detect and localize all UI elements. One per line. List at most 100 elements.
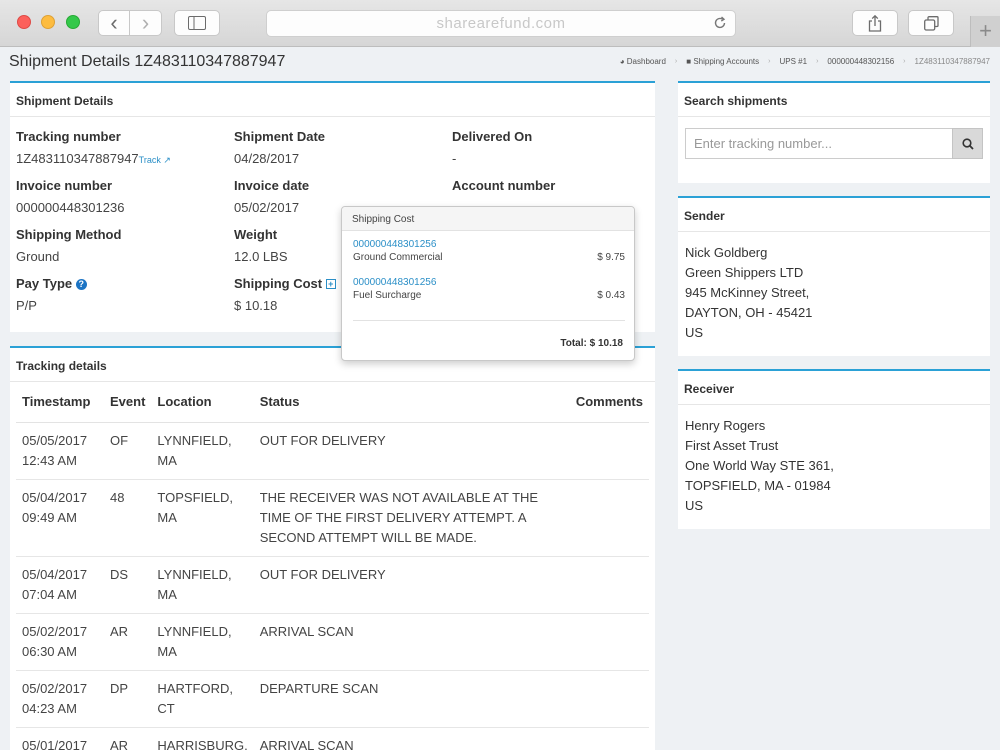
receiver-panel: Receiver Henry Rogers First Asset Trust … <box>678 369 990 529</box>
column-header-comments[interactable]: Comments <box>559 382 649 423</box>
column-header-location[interactable]: Location <box>151 382 254 423</box>
field-label: Tracking number <box>16 129 121 144</box>
popover-title: Shipping Cost <box>342 207 634 231</box>
share-button[interactable] <box>852 10 898 36</box>
table-row: 05/02/2017 04:23 AM DP HARTFORD, CT DEPART… <box>16 670 649 728</box>
panel-heading: Shipment Details <box>10 83 655 117</box>
track-link[interactable]: Track ↗ <box>139 155 171 165</box>
table-row: 05/04/2017 07:04 AM DS LYNNFIELD, MA OUT F… <box>16 556 649 614</box>
panel-heading: Sender <box>678 198 990 232</box>
shipping-method-value: Ground <box>16 249 60 264</box>
address-line: First Asset Trust <box>685 438 779 453</box>
field-label: Delivered On <box>452 129 533 144</box>
pay-type-field: Pay Type ? P/P <box>16 276 87 313</box>
breadcrumb-separator: › <box>768 58 771 65</box>
back-button[interactable]: ‹ <box>98 10 130 36</box>
new-tab-button[interactable]: + <box>970 16 1000 47</box>
expand-plus-icon[interactable]: + <box>325 279 336 289</box>
cost-invoice-link[interactable]: 000000448301256 <box>353 239 625 250</box>
invoice-number-link[interactable]: 000000448301236 <box>16 200 124 215</box>
field-label: Account number <box>452 178 556 193</box>
sidebar-toggle-button[interactable] <box>174 10 220 36</box>
chevron-right-icon: › <box>141 10 150 35</box>
address-line: US <box>685 498 704 513</box>
search-button[interactable] <box>952 128 983 159</box>
breadcrumb-invoice[interactable]: 000000448302156 <box>827 57 894 66</box>
tracking-number-field: Tracking number 1Z483110347887947Track ↗ <box>16 129 171 166</box>
table-header-row: Timestamp Event Location Status Comments <box>16 382 649 423</box>
shipping-cost-field: Shipping Cost + $ 10.18 <box>234 276 336 313</box>
delivered-on-value: - <box>452 151 457 166</box>
cost-invoice-link[interactable]: 000000448301256 <box>353 277 625 288</box>
address-line: 945 McKinney Street, <box>685 285 810 300</box>
external-link-icon: ↗ <box>163 155 171 165</box>
help-icon[interactable]: ? <box>75 279 87 290</box>
delivered-on-field: Delivered On - <box>452 129 532 166</box>
breadcrumb-separator: › <box>903 58 906 65</box>
page-header: Shipment Details 1Z483110347887947 ◕ Das… <box>0 47 1000 81</box>
forward-button[interactable]: › <box>130 10 162 36</box>
cost-description: Ground Commercial <box>353 252 443 263</box>
field-label: Shipping Cost <box>234 276 323 291</box>
breadcrumb-shipping-accounts[interactable]: ■ Shipping Accounts <box>686 57 759 66</box>
sender-address: Nick Goldberg Green Shippers LTD 945 McK… <box>685 243 812 343</box>
breadcrumb-separator: › <box>674 58 678 65</box>
panel-heading: Receiver <box>678 371 990 405</box>
minimize-window-button[interactable] <box>41 15 55 29</box>
search-icon <box>961 137 974 150</box>
address-line: US <box>685 325 704 340</box>
sidebar-icon <box>188 16 206 30</box>
tracking-number-value: 1Z483110347887947 <box>16 151 139 166</box>
tracking-table: Timestamp Event Location Status Comments… <box>16 382 649 750</box>
tabs-overview-button[interactable] <box>908 10 954 36</box>
breadcrumb: ◕ Dashboard › ■ Shipping Accounts › UPS … <box>620 57 990 66</box>
breadcrumb-account[interactable]: UPS #1 <box>780 57 808 66</box>
account-number-field: Account number <box>452 178 555 193</box>
breadcrumb-current: 1Z483110347887947 <box>914 57 990 66</box>
address-line: Green Shippers LTD <box>685 265 804 280</box>
tracking-details-panel: Tracking details Timestamp Event Locatio… <box>10 346 655 750</box>
address-line: One World Way STE 361, <box>685 458 834 473</box>
weight-value: 12.0 LBS <box>234 249 288 264</box>
tabs-icon <box>923 15 939 31</box>
cost-total: Total: $ 10.18 <box>560 338 623 349</box>
zoom-window-button[interactable] <box>66 15 80 29</box>
search-box <box>685 128 983 159</box>
search-shipments-panel: Search shipments <box>678 81 990 183</box>
cost-amount: $ 9.75 <box>597 252 625 263</box>
table-row: 05/02/2017 06:30 AM AR LYNNFIELD, MA ARRIV… <box>16 613 649 671</box>
share-icon <box>868 14 882 32</box>
breadcrumb-dashboard[interactable]: ◕ Dashboard <box>620 57 666 66</box>
field-label: Pay Type <box>16 276 73 291</box>
address-line: DAYTON, OH - 45421 <box>685 305 813 320</box>
sender-panel: Sender Nick Goldberg Green Shippers LTD … <box>678 196 990 356</box>
chevron-left-icon: ‹ <box>110 10 118 35</box>
cost-amount: $ 0.43 <box>597 290 625 301</box>
history-nav: ‹ › <box>98 10 162 36</box>
shipping-cost-popover: Shipping Cost 000000448301256 Ground Com… <box>341 206 635 361</box>
page-title: Shipment Details 1Z483110347887947 <box>9 53 286 70</box>
tracking-search-input[interactable] <box>685 128 952 159</box>
address-line: TOPSFIELD, MA - 01984 <box>685 478 831 493</box>
column-header-timestamp[interactable]: Timestamp <box>16 382 104 423</box>
close-window-button[interactable] <box>17 15 31 29</box>
invoice-number-field: Invoice number 000000448301236 <box>16 178 124 215</box>
column-header-status[interactable]: Status <box>253 382 559 423</box>
shipping-method-field: Shipping Method Ground <box>16 227 121 264</box>
address-bar[interactable]: sharearefund.com <box>266 10 736 37</box>
tracking-table-wrap: Timestamp Event Location Status Comments… <box>10 382 655 750</box>
table-row: 05/04/2017 09:49 AM 48 TOPSFIELD, MA THE R… <box>16 479 649 557</box>
cost-line-item: 000000448301256 Fuel Surcharge $ 0.43 <box>353 277 625 301</box>
breadcrumb-separator: › <box>816 58 819 65</box>
plus-icon: + <box>979 18 992 43</box>
dashboard-icon: ◕ <box>619 57 625 66</box>
column-header-event[interactable]: Event <box>104 382 152 423</box>
field-label: Weight <box>234 227 278 242</box>
field-label: Invoice number <box>16 178 113 193</box>
invoice-date-value: 05/02/2017 <box>234 200 300 215</box>
field-label: Shipment Date <box>234 129 326 144</box>
shipment-date-field: Shipment Date 04/28/2017 <box>234 129 325 166</box>
reload-icon[interactable] <box>713 11 727 38</box>
address-line: Henry Rogers <box>685 418 766 433</box>
browser-toolbar: ‹ › sharearefund.com + <box>0 0 1000 47</box>
